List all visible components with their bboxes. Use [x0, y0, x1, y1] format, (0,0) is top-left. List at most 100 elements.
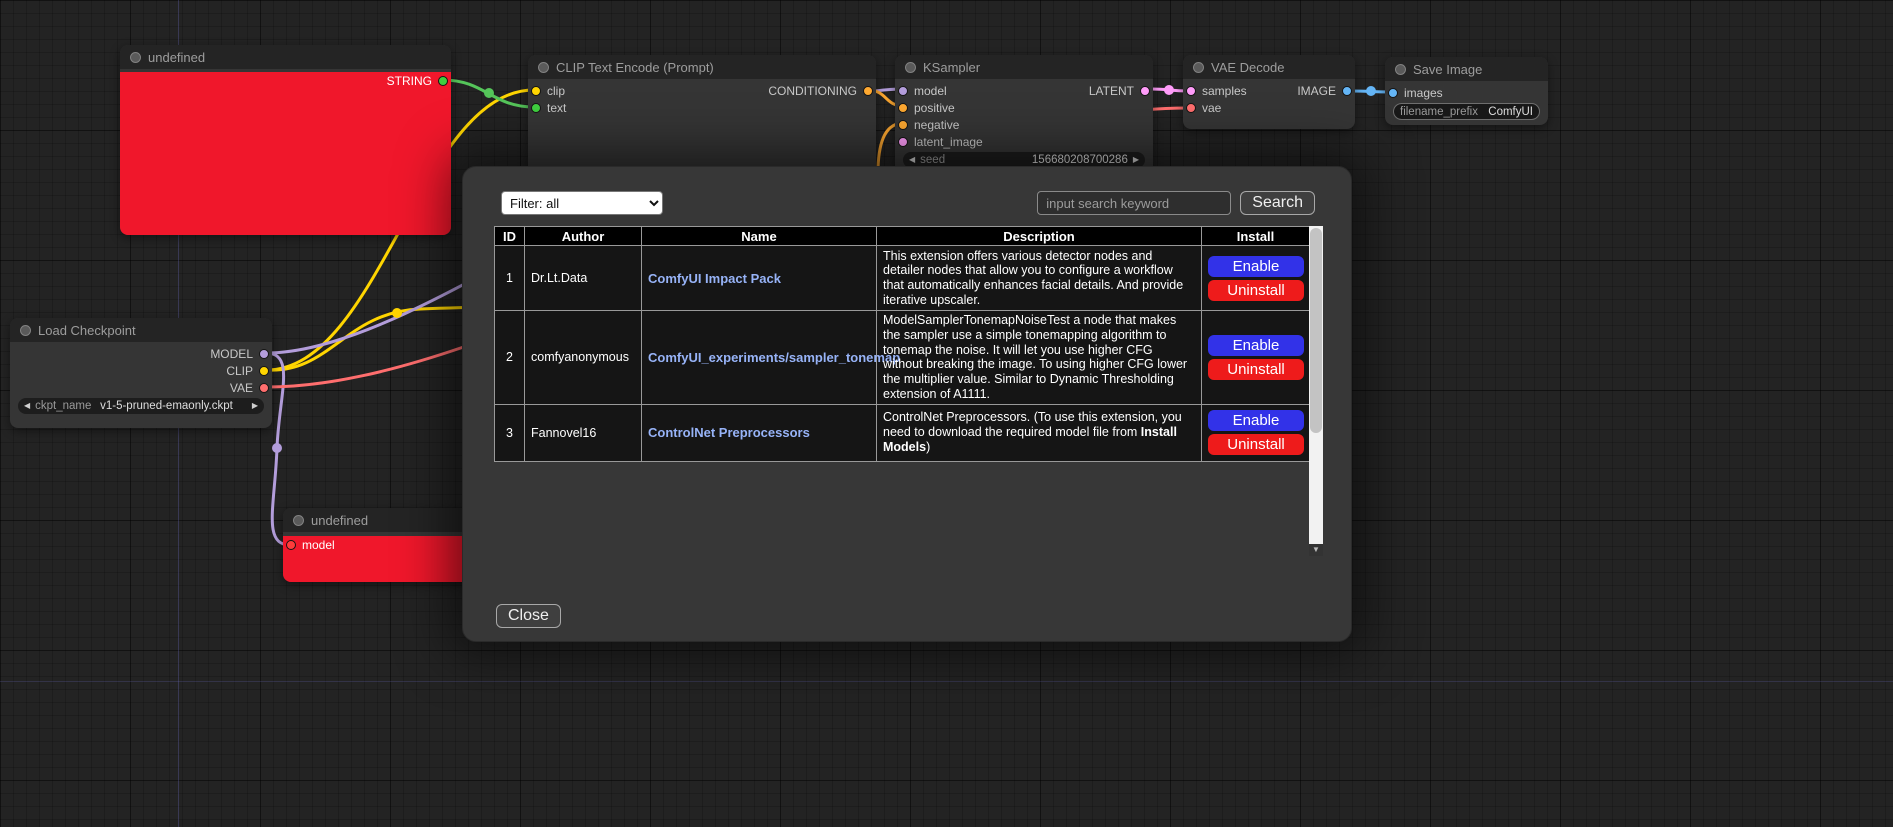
input-slot-icon[interactable] — [286, 540, 296, 550]
enable-button[interactable]: Enable — [1208, 256, 1304, 277]
collapse-dot-icon[interactable] — [1193, 62, 1204, 73]
ext-install-cell: Enable Uninstall — [1202, 311, 1310, 405]
collapse-dot-icon[interactable] — [905, 62, 916, 73]
output-slot-label: IMAGE — [1297, 84, 1336, 98]
input-slot-icon[interactable] — [1186, 103, 1196, 113]
arrow-right-icon[interactable]: ▶ — [252, 402, 258, 410]
enable-button[interactable]: Enable — [1208, 335, 1304, 356]
output-slot-icon[interactable] — [863, 86, 873, 96]
arrow-left-icon[interactable]: ◀ — [24, 402, 30, 410]
table-header-row: ID Author Name Description Install — [495, 227, 1310, 246]
link-dot-clip — [392, 308, 402, 318]
node-title: VAE Decode — [1211, 60, 1284, 75]
input-slot-label: model — [914, 84, 947, 98]
input-slot-icon[interactable] — [531, 86, 541, 96]
ext-name-link[interactable]: ComfyUI Impact Pack — [648, 271, 781, 286]
output-slot-icon[interactable] — [259, 383, 269, 393]
ext-install-cell: Enable Uninstall — [1202, 404, 1310, 461]
input-slot-icon[interactable] — [898, 120, 908, 130]
collapse-dot-icon[interactable] — [1395, 64, 1406, 75]
input-slot-label: samples — [1202, 84, 1247, 98]
filter-select[interactable]: Filter: all — [501, 191, 663, 215]
node-titlebar[interactable]: KSampler — [895, 55, 1153, 79]
uninstall-button[interactable]: Uninstall — [1208, 434, 1304, 455]
scrollbar[interactable]: ▼ — [1309, 226, 1323, 556]
output-slot-label: LATENT — [1089, 84, 1134, 98]
node-title: undefined — [148, 50, 205, 65]
input-slot-icon[interactable] — [898, 103, 908, 113]
col-header-author: Author — [525, 227, 642, 246]
node-body-error: STRING — [120, 72, 451, 235]
extensions-table: ID Author Name Description Install 1 Dr.… — [494, 226, 1310, 462]
output-slot-icon[interactable] — [259, 349, 269, 359]
search-button[interactable]: Search — [1240, 191, 1315, 215]
ext-description-cell: ControlNet Preprocessors. (To use this e… — [877, 404, 1202, 461]
output-slot-label: CLIP — [226, 364, 253, 378]
node-vae-decode[interactable]: VAE Decode samples IMAGE vae — [1183, 55, 1355, 129]
widget-label: ckpt_name — [35, 400, 91, 412]
enable-button[interactable]: Enable — [1208, 410, 1304, 431]
output-slot-label: VAE — [230, 381, 253, 395]
scrollbar-down-icon[interactable]: ▼ — [1309, 544, 1323, 556]
node-titlebar[interactable]: undefined — [120, 45, 451, 69]
collapse-dot-icon[interactable] — [293, 515, 304, 526]
col-header-description: Description — [877, 227, 1202, 246]
collapse-dot-icon[interactable] — [20, 325, 31, 336]
input-slot-label: positive — [914, 101, 955, 115]
input-slot-label: clip — [547, 84, 565, 98]
output-slot-label: CONDITIONING — [768, 84, 857, 98]
ext-description-text: ControlNet Preprocessors. (To use this e… — [883, 410, 1182, 439]
input-slot-label: model — [302, 538, 335, 552]
ext-install-cell: Enable Uninstall — [1202, 246, 1310, 311]
output-slot-icon[interactable] — [259, 366, 269, 376]
input-slot-icon[interactable] — [898, 86, 908, 96]
link-dot-model — [272, 443, 282, 453]
collapse-dot-icon[interactable] — [130, 52, 141, 63]
node-undefined-top[interactable]: undefined STRING — [120, 45, 451, 235]
node-load-checkpoint[interactable]: Load Checkpoint MODEL CLIP VAE ◀ ckpt_na… — [10, 318, 272, 428]
node-titlebar[interactable]: VAE Decode — [1183, 55, 1355, 79]
ckpt-name-widget[interactable]: ◀ ckpt_name v1-5-pruned-emaonly.ckpt ▶ — [18, 398, 264, 414]
close-button[interactable]: Close — [496, 604, 561, 628]
arrow-left-icon[interactable]: ◀ — [909, 156, 915, 164]
table-row: 3 Fannovel16 ControlNet Preprocessors Co… — [495, 404, 1310, 461]
ext-name-link[interactable]: ControlNet Preprocessors — [648, 425, 810, 440]
widget-value: ComfyUI — [1488, 106, 1533, 118]
node-title: undefined — [311, 513, 368, 528]
collapse-dot-icon[interactable] — [538, 62, 549, 73]
extensions-table-wrap: ID Author Name Description Install 1 Dr.… — [494, 226, 1323, 556]
node-title: KSampler — [923, 60, 980, 75]
widget-value: 156680208700286 — [1032, 154, 1128, 166]
node-title: CLIP Text Encode (Prompt) — [556, 60, 714, 75]
dialog-controls: Filter: all Search — [501, 191, 1315, 215]
table-row: 1 Dr.Lt.Data ComfyUI Impact Pack This ex… — [495, 246, 1310, 311]
ext-name-link[interactable]: ComfyUI_experiments/sampler_tonemap — [648, 350, 900, 365]
input-slot-icon[interactable] — [898, 137, 908, 147]
node-titlebar[interactable]: Load Checkpoint — [10, 318, 272, 342]
output-slot-icon[interactable] — [438, 76, 448, 86]
ext-description-text: This extension offers various detector n… — [883, 249, 1183, 307]
input-slot-label: negative — [914, 118, 959, 132]
custom-nodes-manager-dialog: Filter: all Search ID Author Name Descri… — [462, 166, 1352, 642]
uninstall-button[interactable]: Uninstall — [1208, 280, 1304, 301]
node-save-image[interactable]: Save Image images filename_prefix ComfyU… — [1385, 57, 1548, 125]
table-row: 2 comfyanonymous ComfyUI_experiments/sam… — [495, 311, 1310, 405]
input-slot-icon[interactable] — [531, 103, 541, 113]
node-titlebar[interactable]: CLIP Text Encode (Prompt) — [528, 55, 876, 79]
canvas-axis-horizontal — [0, 681, 1893, 682]
ext-description-cell: ModelSamplerTonemapNoiseTest a node that… — [877, 311, 1202, 405]
ext-id-cell: 3 — [495, 404, 525, 461]
input-slot-label: latent_image — [914, 135, 983, 149]
arrow-right-icon[interactable]: ▶ — [1133, 156, 1139, 164]
ext-author-cell: Dr.Lt.Data — [525, 246, 642, 311]
search-input[interactable] — [1037, 191, 1231, 215]
input-slot-icon[interactable] — [1186, 86, 1196, 96]
output-slot-icon[interactable] — [1140, 86, 1150, 96]
scrollbar-thumb[interactable] — [1310, 228, 1322, 433]
filename-prefix-widget[interactable]: filename_prefix ComfyUI — [1393, 103, 1540, 120]
input-slot-icon[interactable] — [1388, 88, 1398, 98]
node-titlebar[interactable]: Save Image — [1385, 57, 1548, 81]
link-string — [443, 80, 534, 107]
uninstall-button[interactable]: Uninstall — [1208, 359, 1304, 380]
output-slot-icon[interactable] — [1342, 86, 1352, 96]
